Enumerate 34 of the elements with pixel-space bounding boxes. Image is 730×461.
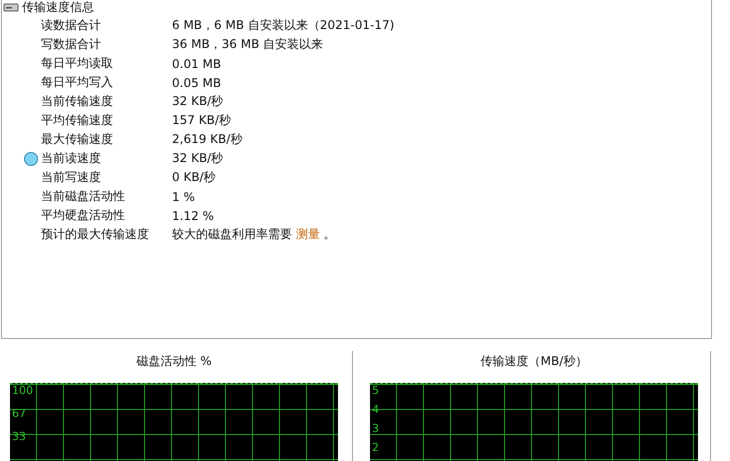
row-value: 0.05 MB (172, 76, 222, 90)
row-value: 32 KB/秒 (172, 94, 224, 108)
row-value: 6 MB，6 MB 自安装以来（2021-01-17) (172, 18, 394, 32)
row-label: 平均硬盘活动性 (41, 207, 125, 224)
row-label: 当前写速度 (41, 169, 101, 186)
graph-title: 传输速度（MB/秒） (480, 353, 588, 370)
row-value: 157 KB/秒 (172, 113, 231, 127)
row-label: 读数据合计 (41, 17, 101, 34)
row-label: 预计的最大传输速度 (41, 226, 149, 243)
row-label: 当前磁盘活动性 (41, 188, 125, 205)
row-label: 当前读速度 (41, 150, 101, 167)
row-value: 1.12 % (172, 208, 214, 222)
row-value: 较大的磁盘利用率需要 (172, 227, 292, 241)
row-label: 最大传输速度 (41, 131, 113, 148)
row-value: 32 KB/秒 (172, 151, 224, 165)
row-label: 当前传输速度 (41, 93, 113, 110)
axis-label: 3 (372, 422, 380, 435)
row-value: 0 KB/秒 (172, 170, 216, 184)
row-value: 36 MB，36 MB 自安装以来 (172, 37, 324, 51)
measure-link[interactable]: 测量 (296, 227, 320, 241)
axis-label: 100 (12, 384, 34, 397)
row-value: 1 % (172, 190, 195, 204)
row-label: 每日平均写入 (41, 74, 113, 91)
section-title: 传输速度信息 (22, 0, 94, 16)
row-value: 0.01 MB (172, 56, 222, 70)
axis-label: 67 (12, 407, 27, 420)
punctuation: 。 (324, 227, 336, 241)
axis-label: 2 (372, 441, 380, 454)
row-value: 2,619 KB/秒 (172, 132, 242, 146)
row-label: 每日平均读取 (41, 55, 113, 72)
row-label: 平均传输速度 (41, 112, 113, 129)
row-label: 写数据合计 (41, 36, 101, 53)
graph-title: 磁盘活动性 % (135, 353, 213, 370)
axis-label: 5 (372, 384, 380, 397)
